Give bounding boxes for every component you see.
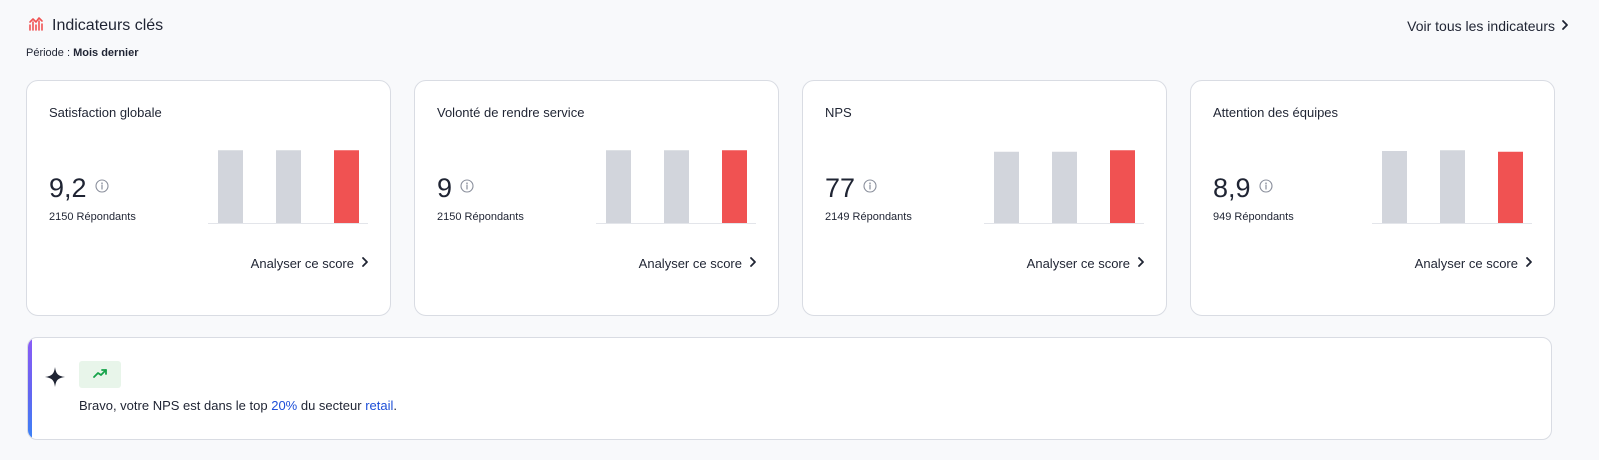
kpi-card: Satisfaction globale 9,2 2150 Répondants… xyxy=(26,80,391,316)
analyze-score-label: Analyser ce score xyxy=(250,256,354,271)
bar-previous xyxy=(276,150,301,223)
info-icon[interactable] xyxy=(1258,179,1273,198)
kpi-respondents: 2150 Répondants xyxy=(49,211,136,223)
insight-suffix: . xyxy=(393,398,397,413)
info-icon[interactable] xyxy=(460,179,474,198)
kpi-bar-chart xyxy=(984,149,1144,225)
kpi-score-value: 77 xyxy=(825,173,856,203)
analyze-score-label: Analyser ce score xyxy=(638,256,742,271)
analyze-score-link[interactable]: Analyser ce score xyxy=(251,256,370,271)
kpi-card-title: Volonté de rendre service xyxy=(437,105,585,120)
sparkle-icon xyxy=(44,366,66,393)
insight-message: Bravo, votre NPS est dans le top 20% du … xyxy=(79,398,397,413)
bar-previous xyxy=(1440,150,1465,223)
kpi-respondents: 949 Répondants xyxy=(1213,211,1294,223)
see-all-indicators-link[interactable]: Voir tous les indicateurs xyxy=(1407,18,1571,34)
section-header: Indicateurs clés Voir tous les indicateu… xyxy=(28,14,1571,38)
insight-banner: Bravo, votre NPS est dans le top 20% du … xyxy=(27,337,1552,440)
bar-previous xyxy=(1052,151,1077,223)
bar-current xyxy=(1110,150,1135,223)
analyze-score-label: Analyser ce score xyxy=(1026,256,1130,271)
chevron-right-icon xyxy=(360,256,370,271)
kpi-bar-chart xyxy=(1372,149,1532,225)
kpi-card-title: NPS xyxy=(825,105,852,120)
bar-current xyxy=(334,150,359,223)
analyze-score-link[interactable]: Analyser ce score xyxy=(1027,256,1146,271)
chevron-right-icon xyxy=(748,256,758,271)
kpi-score-row: 9 xyxy=(437,175,474,202)
kpi-score-value: 8,9 xyxy=(1213,173,1251,203)
insight-prefix: Bravo, votre NPS est dans le top xyxy=(79,398,272,413)
kpi-bar-chart xyxy=(208,149,368,225)
kpi-card: Attention des équipes 8,9 949 Répondants… xyxy=(1190,80,1555,316)
chevron-right-icon xyxy=(1136,256,1146,271)
analyze-score-link[interactable]: Analyser ce score xyxy=(639,256,758,271)
trend-up-icon xyxy=(92,366,108,384)
kpi-card: Volonté de rendre service 9 2150 Réponda… xyxy=(414,80,779,316)
analyze-score-label: Analyser ce score xyxy=(1414,256,1518,271)
line-chart-icon xyxy=(28,16,44,37)
insight-accent-bar xyxy=(28,338,32,439)
kpi-cards: Satisfaction globale 9,2 2150 Répondants… xyxy=(26,80,1555,316)
bar-previous xyxy=(1382,151,1407,223)
info-icon[interactable] xyxy=(94,179,109,198)
kpi-card: NPS 77 2149 Répondants Analyser ce score xyxy=(802,80,1167,316)
kpi-score-value: 9 xyxy=(437,173,453,203)
kpi-bar-chart xyxy=(596,149,756,225)
kpi-score-value: 9,2 xyxy=(49,173,87,203)
kpi-score-row: 8,9 xyxy=(1213,175,1273,202)
chevron-right-icon xyxy=(1559,18,1571,34)
mini-bar-chart-svg xyxy=(596,150,756,224)
bar-current xyxy=(1498,151,1523,223)
kpi-respondents: 2149 Répondants xyxy=(825,211,912,223)
bar-previous xyxy=(218,150,243,223)
page-title: Indicateurs clés xyxy=(52,17,164,34)
bar-previous xyxy=(606,150,631,223)
info-icon[interactable] xyxy=(863,179,877,198)
mini-bar-chart-svg xyxy=(208,150,368,224)
period-filter: Période : Mois dernier xyxy=(26,47,139,59)
mini-bar-chart-svg xyxy=(984,150,1144,224)
analyze-score-link[interactable]: Analyser ce score xyxy=(1415,256,1534,271)
insight-middle: du secteur xyxy=(297,398,366,413)
kpi-respondents: 2150 Répondants xyxy=(437,211,524,223)
kpi-score-row: 77 xyxy=(825,175,877,202)
period-label: Période : xyxy=(26,47,71,59)
see-all-label: Voir tous les indicateurs xyxy=(1407,18,1555,34)
insight-percent-link[interactable]: 20% xyxy=(271,398,297,413)
bar-previous xyxy=(994,151,1019,223)
bar-current xyxy=(722,150,747,223)
insight-sector-link[interactable]: retail xyxy=(365,398,393,413)
trend-up-badge xyxy=(79,361,121,388)
header-title-group: Indicateurs clés xyxy=(28,16,163,37)
chevron-right-icon xyxy=(1524,256,1534,271)
kpi-card-title: Attention des équipes xyxy=(1213,105,1339,120)
period-value: Mois dernier xyxy=(73,47,139,59)
kpi-card-title: Satisfaction globale xyxy=(49,105,162,120)
kpi-score-row: 9,2 xyxy=(49,175,109,202)
bar-previous xyxy=(664,150,689,223)
mini-bar-chart-svg xyxy=(1372,150,1532,224)
